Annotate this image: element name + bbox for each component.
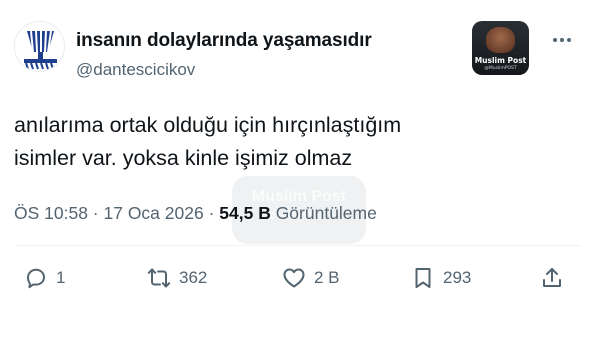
tweet-card: insanın dolaylarında yaşamasıdır @dantes… <box>0 0 595 353</box>
tweet-line: isimler var. yoksa kinle işimiz olmaz <box>14 146 353 170</box>
divider <box>14 245 581 246</box>
author-display-name[interactable]: insanın dolaylarında yaşamasıdır <box>76 30 372 52</box>
reply-button[interactable]: 1 <box>24 263 65 293</box>
source-logo: Muslim Post @MuslimPOST <box>472 21 529 75</box>
striped-cup-icon <box>15 22 64 71</box>
retweet-icon <box>147 268 171 288</box>
views-count: 54,5 B <box>219 203 271 223</box>
tweet-text: anılarıma ortak olduğu için hırçınlaştığ… <box>14 109 574 175</box>
logo-title: Muslim Post <box>474 56 527 65</box>
tweet-meta: ÖS 10:58 · 17 Oca 2026 · 54,5 B Görüntül… <box>14 203 377 224</box>
logo-subtitle: @MuslimPOST <box>484 66 517 71</box>
bookmark-count: 293 <box>443 268 472 287</box>
like-button[interactable]: 2 B <box>282 263 340 293</box>
bookmark-icon <box>415 268 431 288</box>
portrait-icon <box>486 27 515 53</box>
reply-count: 1 <box>56 268 66 287</box>
bookmark-button[interactable]: 293 <box>411 263 471 293</box>
avatar[interactable] <box>14 21 65 72</box>
more-options-icon[interactable] <box>549 30 575 50</box>
retweet-count: 362 <box>179 268 208 287</box>
tweet-line: anılarıma ortak olduğu için hırçınlaştığ… <box>14 113 402 137</box>
views-label: Görüntüleme <box>270 203 377 223</box>
retweet-button[interactable]: 362 <box>147 263 207 293</box>
like-count: 2 B <box>314 268 340 287</box>
share-icon <box>543 268 561 287</box>
timestamp[interactable]: ÖS 10:58 · 17 Oca 2026 · <box>14 203 219 223</box>
reply-icon <box>27 268 45 289</box>
share-button[interactable] <box>540 263 564 293</box>
heart-icon <box>283 268 305 288</box>
author-handle[interactable]: @dantescicikov <box>76 60 195 80</box>
